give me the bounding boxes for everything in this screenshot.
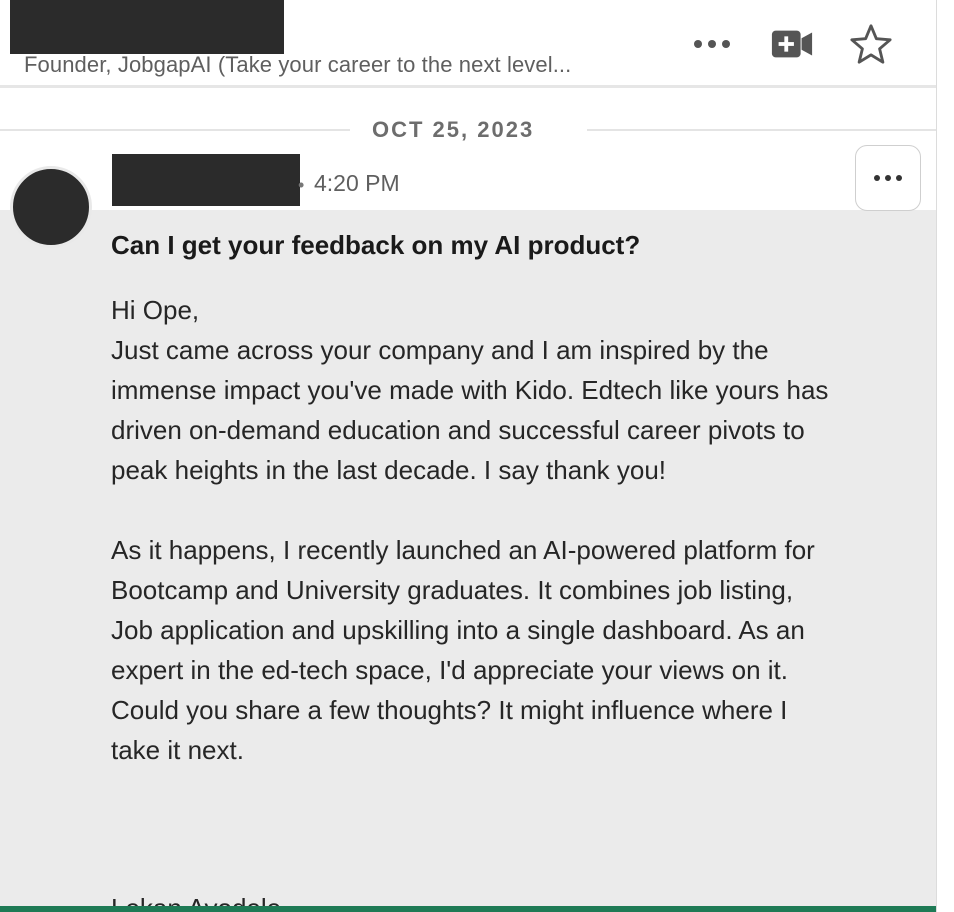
message-body: Hi Ope, Just came across your company an… (111, 290, 831, 770)
redacted-contact-name (10, 0, 284, 54)
divider-line (587, 129, 936, 131)
message-paragraph: As it happens, I recently launched an AI… (111, 535, 815, 765)
contact-headline: Founder, JobgapAI (Take your career to t… (24, 52, 572, 77)
star-outline-icon (850, 24, 892, 64)
separator-dot: • (298, 175, 305, 195)
message-subject: Can I get your feedback on my AI product… (111, 230, 641, 260)
video-call-button[interactable] (770, 22, 814, 66)
divider-line (0, 129, 350, 131)
message-options-button[interactable] (855, 145, 921, 211)
conversation-panel: Founder, JobgapAI (Take your career to t… (0, 0, 937, 912)
compose-focus-bar (0, 906, 936, 912)
message-timestamp: 4:20 PM (314, 170, 400, 196)
sender-avatar[interactable] (10, 166, 92, 248)
star-button[interactable] (849, 22, 893, 66)
date-label: OCT 25, 2023 (372, 117, 535, 142)
redacted-sender-name (112, 154, 300, 206)
more-options-button[interactable] (690, 22, 734, 66)
conversation-header: Founder, JobgapAI (Take your career to t… (0, 0, 936, 88)
video-call-icon (771, 30, 813, 58)
more-horizontal-icon (694, 40, 730, 48)
window-edge (937, 0, 954, 912)
more-horizontal-icon (874, 175, 902, 181)
message-paragraph: Just came across your company and I am i… (111, 335, 829, 485)
date-divider: OCT 25, 2023 (0, 110, 936, 150)
message-greeting: Hi Ope, (111, 295, 200, 325)
